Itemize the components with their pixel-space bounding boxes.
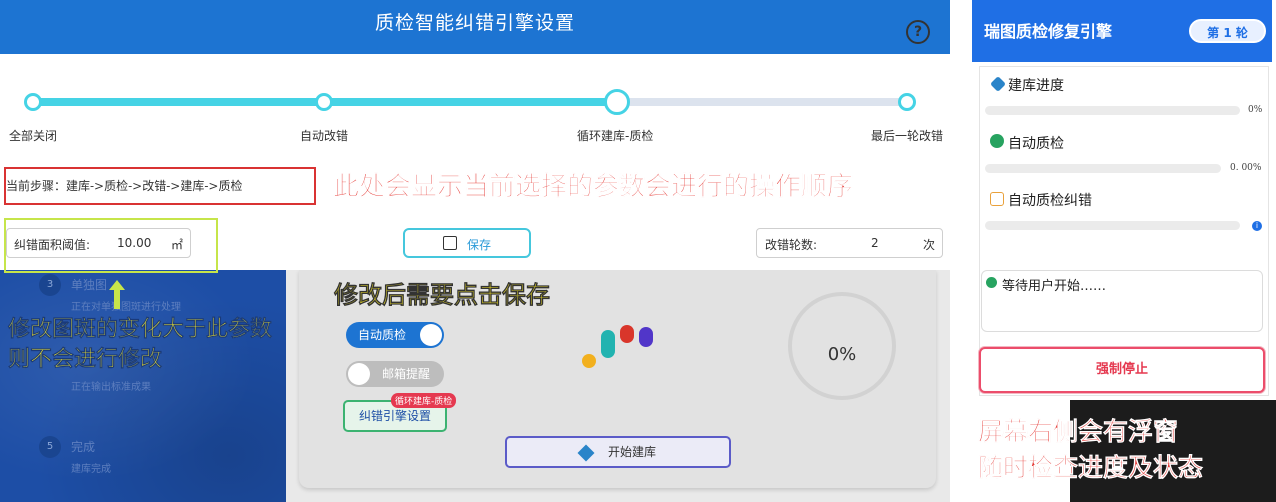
dialog-title: 质检智能纠错引擎设置 (374, 12, 575, 34)
bg-step-title: 完成 (71, 440, 96, 454)
round-badge: 第 1 轮 (1189, 19, 1266, 43)
engine-settings-label: 纠错引擎设置 (358, 409, 431, 423)
info-icon: i (1252, 221, 1262, 231)
rounds-field[interactable]: 改错轮数: 2 次 (756, 228, 943, 258)
logo-dot (620, 325, 634, 343)
annotation-box-threshold (4, 218, 218, 273)
annotation-panel-note: 屏幕右侧会有浮窗 随时检查进度及状态 (978, 414, 1204, 486)
save-button[interactable]: 保存 (403, 228, 531, 258)
rounds-value[interactable]: 2 (871, 236, 879, 250)
current-steps-text: 当前步骤：建库->质检->改错->建库->质检 (6, 179, 243, 193)
auto-qc-toggle[interactable]: 自动质检 (346, 322, 444, 348)
bg-step-subtitle: 建库完成 (71, 464, 111, 475)
mail-reminder-toggle[interactable]: 邮箱提醒 (346, 361, 444, 387)
progress-ring-text: 0% (827, 344, 857, 365)
background-map-panel: 3 单独图 正在对单独图斑进行处理 正在输出标准成果 5 完成 建库完成 (0, 270, 286, 502)
auto-qc-bar (985, 164, 1221, 173)
step-label[interactable]: 循环建库-质检 (577, 127, 653, 144)
force-stop-button[interactable]: 强制停止 (979, 347, 1265, 393)
toggle-knob (420, 324, 442, 346)
build-progress-bar (985, 106, 1240, 115)
gap-area (950, 0, 972, 400)
step-dot-auto-fix[interactable] (315, 93, 333, 111)
step-label[interactable]: 最后一轮改错 (871, 127, 943, 144)
step-dot-all-off[interactable] (24, 93, 42, 111)
question-circle-icon[interactable]: ? (906, 20, 930, 44)
step-label[interactable]: 自动改错 (300, 127, 348, 144)
engine-mode-badge: 循环建库-质检 (391, 393, 457, 408)
auto-qc-fix-label: 自动质检纠错 (1008, 193, 1092, 209)
logo-dot (639, 327, 653, 347)
step-dot-final-fix[interactable] (898, 93, 916, 111)
edit-icon (990, 192, 1004, 206)
auto-qc-label: 自动质检 (1008, 136, 1064, 152)
toggle-label: 邮箱提醒 (382, 367, 431, 381)
bg-step-title: 单独图 (71, 278, 108, 292)
status-message-text: 等待用户开始…… (1002, 279, 1107, 294)
status-message-box: 等待用户开始…… (981, 270, 1263, 332)
toggle-label: 自动质检 (358, 328, 407, 342)
start-build-button[interactable]: 开始建库 (505, 436, 731, 468)
rounds-unit: 次 (923, 238, 936, 252)
step-label[interactable]: 全部关闭 (9, 127, 57, 144)
annotation-panel-line2: 随时检查进度及状态 (978, 453, 1204, 483)
auto-qc-fix-bar (985, 221, 1240, 230)
megaphone-icon (986, 277, 997, 288)
logo-dot (582, 354, 596, 368)
cube-icon (577, 444, 595, 461)
annotation-save-note: 修改后需要点击保存 (334, 281, 551, 310)
step-dot-loop-build-qc[interactable] (604, 89, 630, 115)
bg-step-subtitle: 正在对单独图斑进行处理 (71, 302, 181, 313)
build-progress-label: 建库进度 (1008, 78, 1064, 94)
search-icon (990, 134, 1004, 148)
rounds-label: 改错轮数: (765, 238, 818, 252)
bg-step-subtitle: 正在输出标准成果 (71, 382, 151, 393)
save-icon (443, 236, 457, 250)
build-progress-percent: 0% (1248, 105, 1263, 115)
annotation-threshold-note: 修改图斑的变化大于此参数 则不会进行修改 (8, 315, 272, 375)
bg-step-number: 5 (39, 436, 61, 458)
logo-dot (601, 330, 615, 358)
annotation-threshold-line1: 修改图斑的变化大于此参数 (8, 317, 273, 342)
annotation-threshold-line2: 则不会进行修改 (8, 347, 163, 372)
auto-qc-percent: 0. 00% (1230, 163, 1262, 173)
start-build-label: 开始建库 (607, 445, 656, 459)
bg-step-number: 3 (39, 274, 61, 296)
annotation-arrow-shaft (114, 289, 120, 309)
annotation-steps-note: 此处会显示当前选择的参数会进行的操作顺序 (333, 172, 854, 203)
annotation-panel-line1: 屏幕右侧会有浮窗 (978, 417, 1179, 447)
toggle-knob (348, 363, 370, 385)
float-panel-title: 瑞图质检修复引擎 (984, 22, 1113, 41)
save-label: 保存 (467, 238, 492, 252)
